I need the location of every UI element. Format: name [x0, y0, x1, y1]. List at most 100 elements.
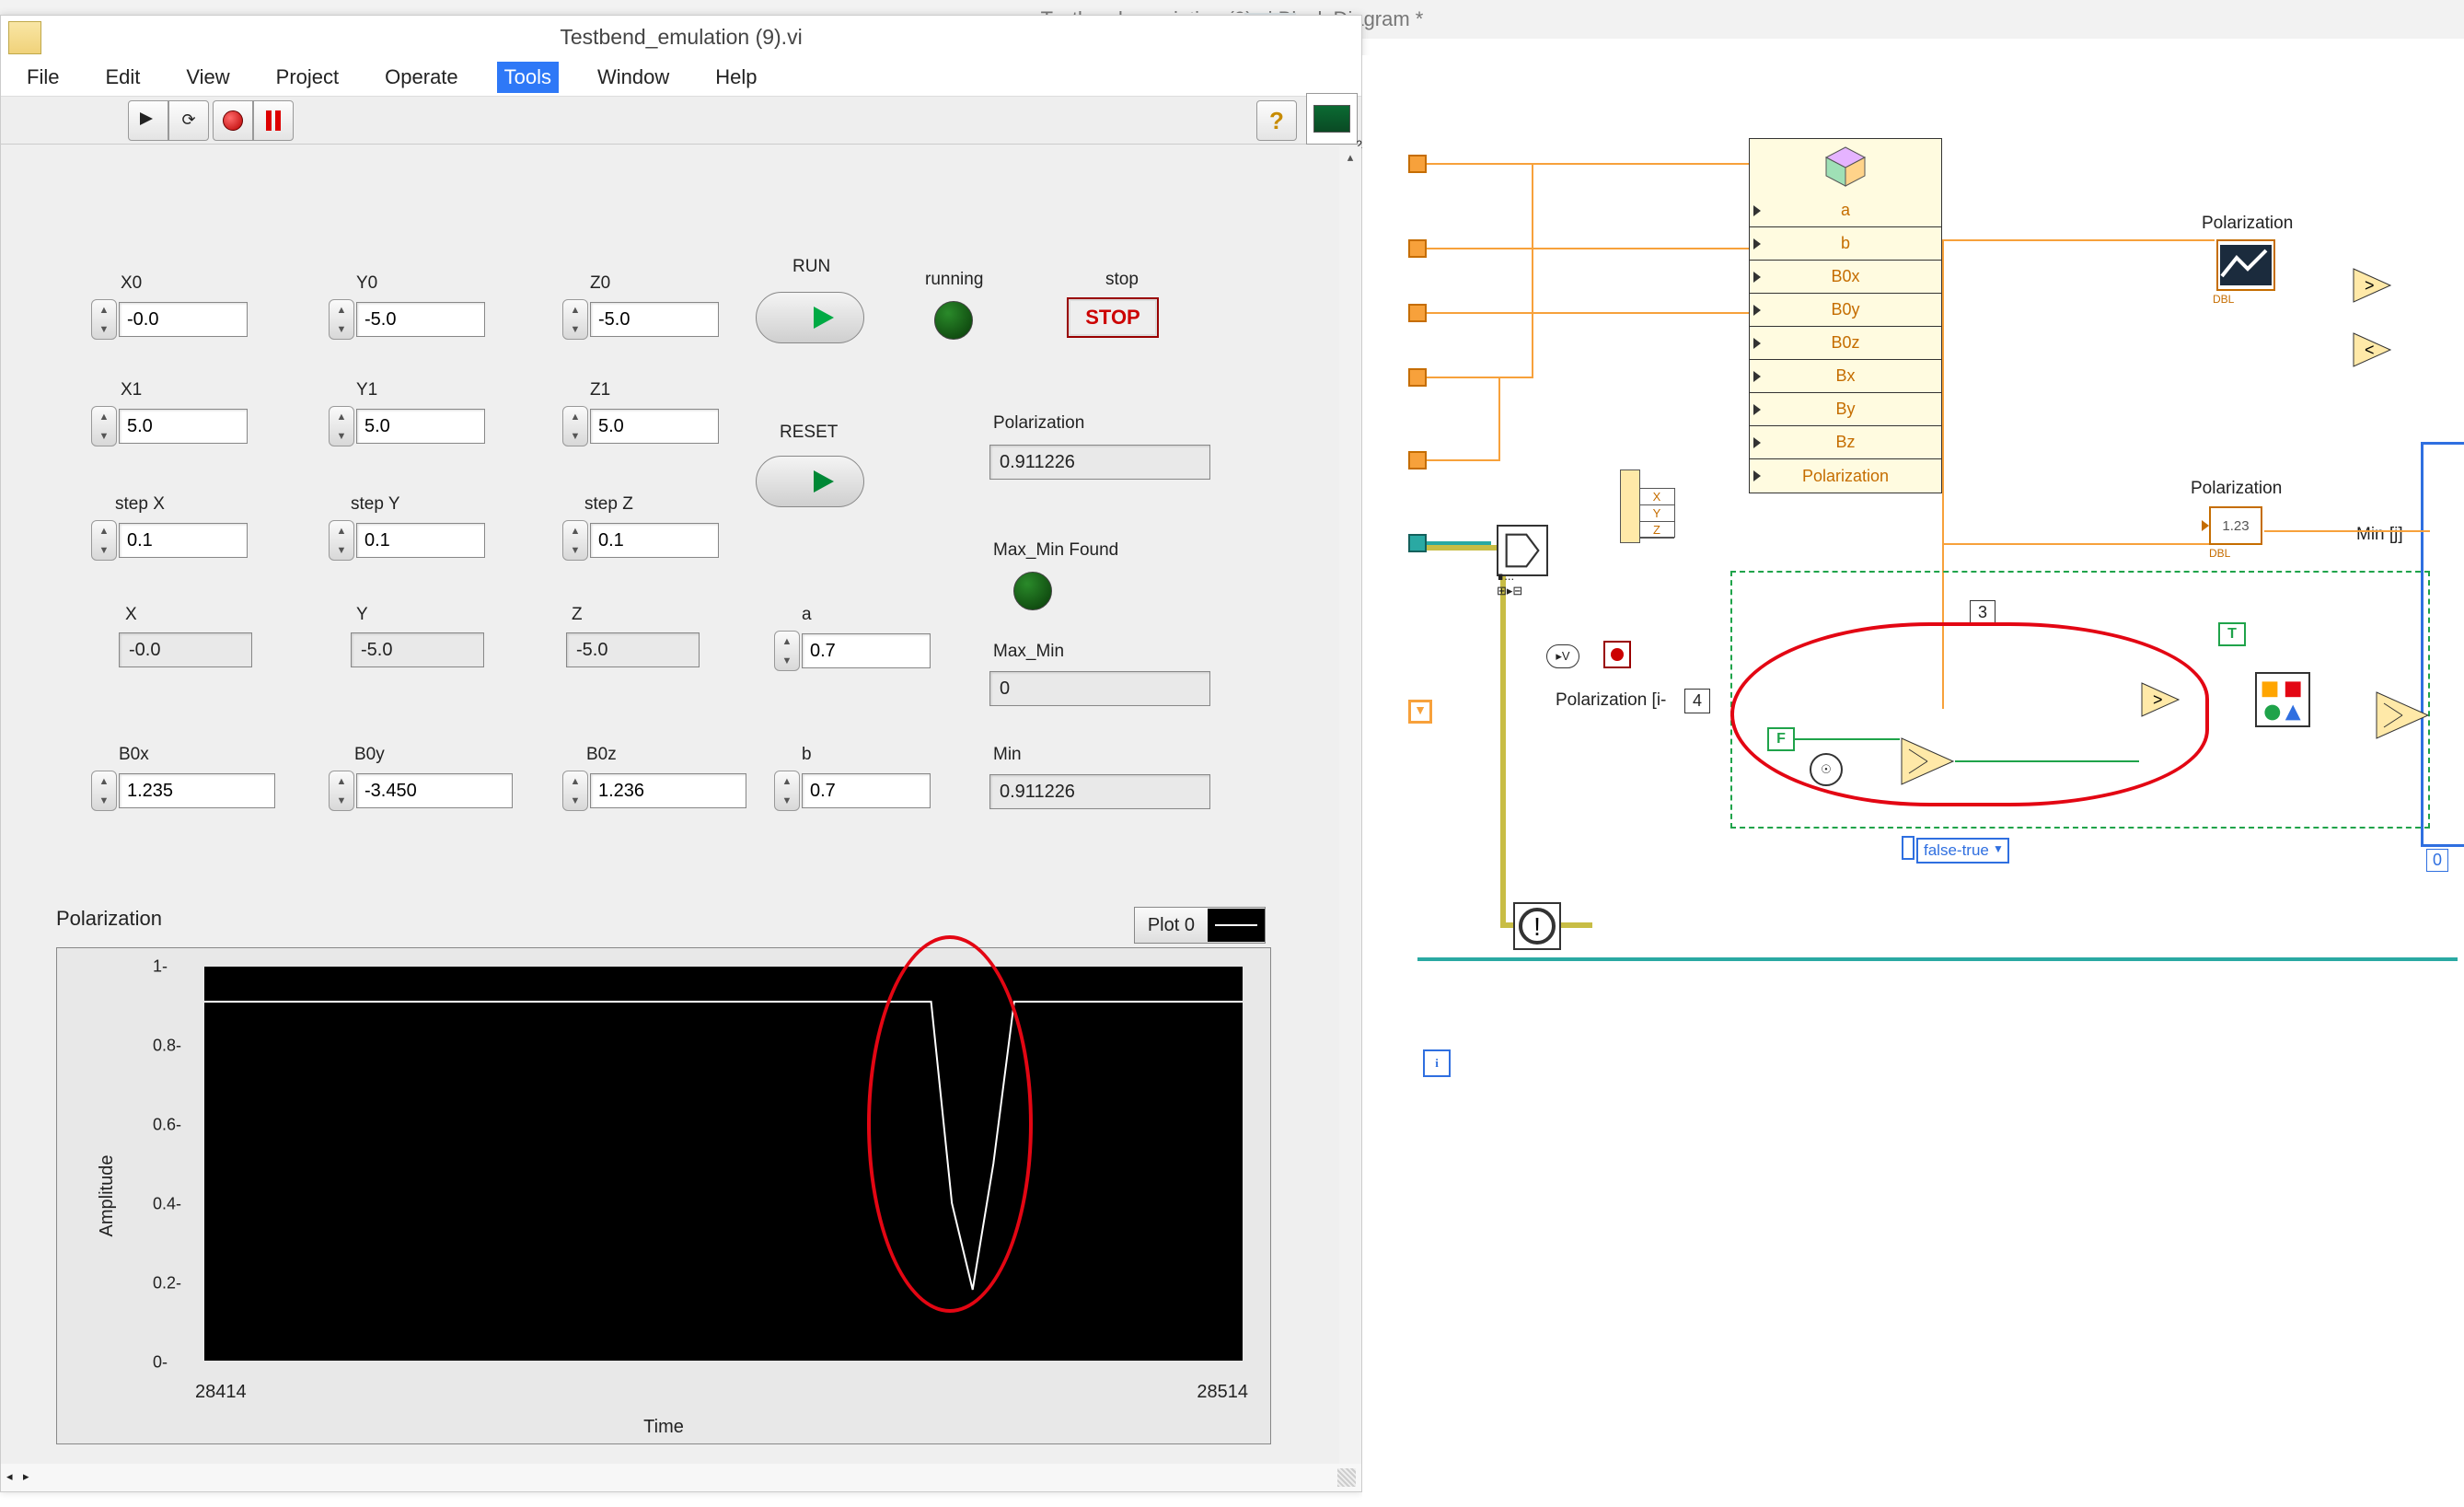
legend-plot0-name: Plot 0 — [1135, 911, 1208, 940]
svg-text:!: ! — [1533, 912, 1541, 941]
bd-error-handler[interactable]: ! — [1513, 902, 1561, 950]
spinner-b0y[interactable] — [329, 771, 354, 811]
spinner-x0[interactable] — [91, 299, 117, 340]
menu-operate[interactable]: Operate — [377, 62, 466, 93]
bd-shift-reg-left[interactable]: ▼ — [1408, 700, 1432, 724]
bd-unbundle-node[interactable]: a b B0x B0y B0z Bx By Bz Polarization — [1749, 138, 1942, 493]
input-x1[interactable] — [119, 409, 248, 444]
scroll-left-icon[interactable] — [6, 1469, 23, 1486]
menu-help[interactable]: Help — [708, 62, 764, 93]
bd-greater-node[interactable]: > — [2140, 681, 2181, 718]
input-y1[interactable] — [356, 409, 485, 444]
label-stop: stop — [1105, 270, 1139, 290]
input-z1[interactable] — [590, 409, 719, 444]
input-x0[interactable] — [119, 302, 248, 337]
bd-local-var[interactable]: ▸V — [1546, 644, 1579, 668]
bd-ring-false-true[interactable]: false-true — [1916, 838, 2009, 864]
block-diagram-area[interactable]: ▼ ∎...⊞▸⊟ ! i ▸V X Y Z a — [1362, 55, 2464, 1507]
menu-window[interactable]: Window — [590, 62, 677, 93]
control-x0 — [91, 299, 248, 340]
spinner-b0z[interactable] — [562, 771, 588, 811]
bd-autoindex-tunnel[interactable] — [1620, 469, 1640, 543]
input-stepy[interactable] — [356, 523, 485, 558]
spinner-stepx[interactable] — [91, 520, 117, 561]
bd-iteration-terminal[interactable]: i — [1423, 1049, 1451, 1077]
chart-ytick-0: 0- — [153, 1353, 168, 1373]
spinner-stepy[interactable] — [329, 520, 354, 561]
spinner-y1[interactable] — [329, 406, 354, 446]
input-b[interactable] — [802, 773, 931, 808]
label-a: a — [802, 605, 812, 625]
bd-shift-n[interactable]: 4 — [1684, 689, 1710, 713]
input-b0y[interactable] — [356, 773, 513, 808]
greater-icon: > — [2140, 681, 2181, 718]
bd-index-array[interactable]: X Y Z — [1638, 488, 1675, 538]
input-y0[interactable] — [356, 302, 485, 337]
bd-first-call[interactable]: ☉ — [1810, 753, 1843, 786]
bd-wire-v1 — [1498, 377, 1500, 461]
bd-indicator-polar[interactable]: 1.23 — [2209, 506, 2262, 545]
label-maxmin: Max_Min — [993, 642, 1064, 662]
pause-button[interactable] — [253, 100, 294, 141]
input-b0z[interactable] — [590, 773, 746, 808]
stop-button[interactable]: STOP — [1067, 297, 1159, 338]
connector-pane[interactable]: 2 — [1306, 93, 1358, 145]
run-toggle-button[interactable] — [756, 292, 864, 343]
bd-tunnel-4[interactable] — [1408, 368, 1427, 387]
spinner-b0x[interactable] — [91, 771, 117, 811]
chart-body[interactable]: Amplitude Time 28414 28514 0-0.2-0.4-0.6… — [56, 947, 1271, 1444]
vertical-scrollbar[interactable] — [1339, 146, 1361, 1464]
spinner-z1[interactable] — [562, 406, 588, 446]
bd-less-node[interactable]: < — [2352, 331, 2392, 368]
context-help-button[interactable] — [1256, 100, 1297, 141]
horizontal-scrollbar[interactable] — [1, 1464, 1361, 1491]
bd-stop-terminal[interactable] — [1603, 641, 1631, 668]
label-stepz: step Z — [584, 494, 633, 515]
bd-tunnel-5[interactable] — [1408, 451, 1427, 469]
label-reset: RESET — [780, 423, 838, 443]
bd-tunnel-teal[interactable] — [1408, 534, 1427, 552]
bd-tunnel-2[interactable] — [1408, 239, 1427, 258]
scroll-up-icon[interactable] — [1339, 146, 1361, 168]
bd-tunnel-3[interactable] — [1408, 304, 1427, 322]
bd-subvi-multi[interactable] — [2255, 672, 2310, 727]
input-a[interactable] — [802, 633, 931, 668]
spinner-y0[interactable] — [329, 299, 354, 340]
bd-wire-g2 — [1955, 760, 2139, 762]
run-continuous-button[interactable] — [168, 100, 209, 141]
menu-project[interactable]: Project — [269, 62, 346, 93]
label-x: X — [125, 605, 137, 625]
bd-chart-terminal[interactable] — [2216, 239, 2275, 291]
run-button[interactable] — [128, 100, 168, 141]
label-stepx: step X — [115, 494, 165, 515]
indicator-y: -5.0 — [351, 632, 484, 667]
menu-edit[interactable]: Edit — [98, 62, 147, 93]
spinner-x1[interactable] — [91, 406, 117, 446]
spinner-b[interactable] — [774, 771, 800, 811]
input-b0x[interactable] — [119, 773, 275, 808]
cluster-bz: Bz — [1835, 433, 1855, 452]
chart-legend[interactable]: Plot 0 — [1134, 907, 1266, 944]
bd-greater-node-2[interactable]: > — [2352, 267, 2392, 304]
menu-file[interactable]: File — [19, 62, 66, 93]
input-z0[interactable] — [590, 302, 719, 337]
bd-select-node-1[interactable] — [1900, 736, 1955, 786]
menu-tools[interactable]: Tools — [497, 62, 559, 93]
bd-select-node-2[interactable] — [2375, 690, 2430, 740]
chart-title: Polarization — [56, 907, 162, 931]
input-stepx[interactable] — [119, 523, 248, 558]
bd-tunnel-1[interactable] — [1408, 155, 1427, 173]
fp-titlebar[interactable]: Testbend_emulation (9).vi — [1, 16, 1361, 58]
chart-svg — [204, 967, 1243, 1361]
spinner-stepz[interactable] — [562, 520, 588, 561]
resize-grip-icon[interactable] — [1337, 1468, 1356, 1487]
input-stepz[interactable] — [590, 523, 719, 558]
reset-toggle-button[interactable] — [756, 456, 864, 507]
spinner-a[interactable] — [774, 631, 800, 671]
spinner-z0[interactable] — [562, 299, 588, 340]
abort-button[interactable] — [213, 100, 253, 141]
bd-zero-const[interactable]: 0 — [2426, 849, 2448, 872]
chart-xtick-1: 28514 — [1197, 1382, 1248, 1403]
scroll-right-icon[interactable] — [23, 1469, 40, 1486]
menu-view[interactable]: View — [179, 62, 237, 93]
